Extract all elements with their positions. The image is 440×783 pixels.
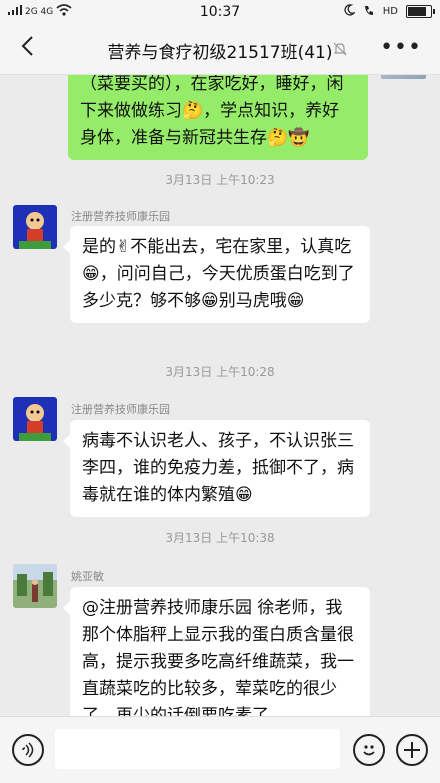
message-bubble-incoming[interactable]: 是的✌不能出去，宅在家里，认真吃😁，问问自己，今天优质蛋白吃到了多少克？够不够😁… [63,226,370,323]
timestamp: 3月13日 上午10:28 [165,365,275,379]
chat-title: 营养与食疗初级21517班(41) [107,43,333,63]
voice-input-button[interactable] [12,734,44,766]
message-bubble-incoming[interactable]: @注册营养技师康乐园 徐老师，我那个体脂秤上显示我的蛋白质含量很高，提示我要多吃… [63,587,370,716]
message-input[interactable] [55,729,340,769]
input-bar [0,716,440,783]
chat-header: 营养与食疗初级21517班(41) ••• [0,24,440,75]
emoji-button[interactable] [353,734,385,766]
add-more-button[interactable] [396,734,428,766]
sender-name: 姚亚敏 [71,570,104,583]
message-bubble-incoming[interactable]: 病毒不认识老人、孩子，不认识张三李四，谁的免疫力差，抵御不了，病毒就在谁的体内繁… [63,420,370,517]
message-text: @注册营养技师康乐园 徐老师，我那个体脂秤上显示我的蛋白质含量很高，提示我要多吃… [82,598,354,716]
avatar[interactable] [13,397,57,441]
sender-name: 注册营养技师康乐园 [71,403,170,416]
sender-name: 注册营养技师康乐园 [71,210,170,223]
avatar[interactable] [13,205,57,249]
timestamp: 3月13日 上午10:38 [165,531,275,545]
moon-icon [343,4,356,19]
hd-label: HD [382,6,398,17]
chat-area[interactable]: （菜要买的），在家吃好，睡好，闲下来做做练习🤔，学点知识，养好身体，准备与新冠共… [0,75,440,716]
battery-icon [406,5,435,18]
plus-icon [404,742,420,758]
smiley-icon [363,745,375,756]
voice-icon [22,742,34,758]
message-text: 是的✌不能出去，宅在家里，认真吃😁，问问自己，今天优质蛋白吃到了多少克？够不够😁… [82,237,355,311]
mute-bell-icon [333,42,347,56]
timestamp: 3月13日 上午10:23 [165,173,275,187]
more-options-button[interactable]: ••• [380,35,422,60]
status-bar: 2G 4G 10:37 HD [0,0,440,24]
message-text: （菜要买的），在家吃好，睡好，闲下来做做练习🤔，学点知识，养好身体，准备与新冠共… [80,75,344,148]
message-text: 病毒不认识老人、孩子，不认识张三李四，谁的免疫力差，抵御不了，病毒就在谁的体内繁… [82,431,354,505]
status-right-icons: HD [343,4,435,19]
avatar[interactable] [13,564,57,608]
partial-sticker [381,75,426,79]
hd-call-icon [363,4,375,19]
message-bubble-outgoing[interactable]: （菜要买的），在家吃好，睡好，闲下来做做练习🤔，学点知识，养好身体，准备与新冠共… [68,75,368,160]
